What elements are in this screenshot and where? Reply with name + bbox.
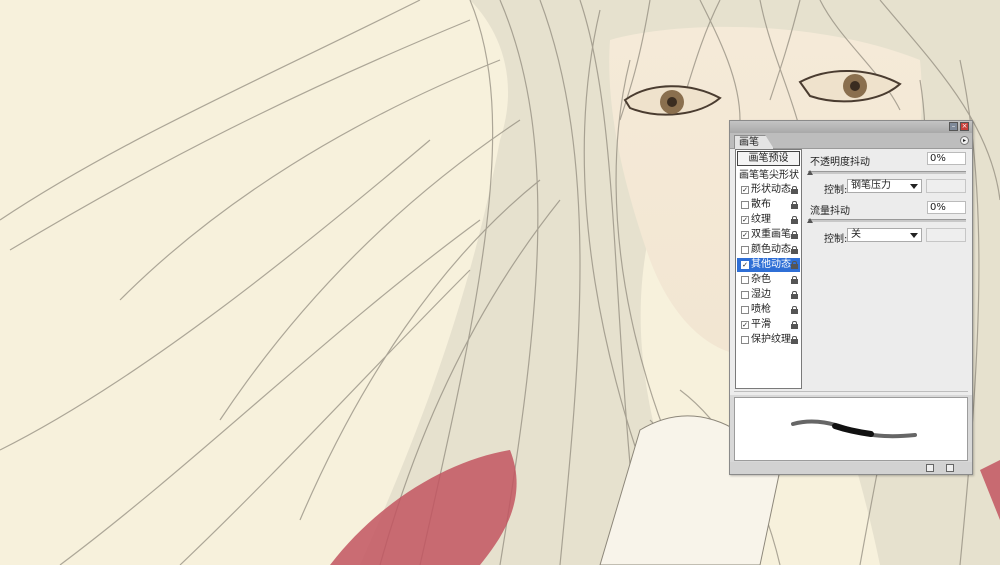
checkbox-checked-icon[interactable]: ✓ (741, 186, 749, 194)
opacity-jitter-label: 不透明度抖动 (810, 157, 870, 168)
checkbox-checked-icon[interactable]: ✓ (741, 216, 749, 224)
brush-option-item[interactable]: 湿边 (737, 288, 800, 302)
lock-icon[interactable] (791, 321, 798, 329)
brush-option-item[interactable]: ✓ 其他动态 (737, 258, 800, 272)
lock-icon[interactable] (791, 246, 798, 254)
lock-icon[interactable] (791, 186, 798, 194)
trash-icon[interactable] (946, 464, 954, 472)
opacity-control-label: 控制: (824, 185, 848, 196)
brush-presets-button[interactable]: 画笔预设 (737, 151, 800, 166)
slider-thumb-icon[interactable] (807, 218, 813, 223)
minimize-icon[interactable]: – (949, 122, 958, 131)
checkbox-checked-icon[interactable]: ✓ (741, 321, 749, 329)
brush-option-label: 双重画笔 (751, 229, 791, 240)
panel-tab-row: 画笔 ▸ (730, 133, 972, 149)
lock-icon[interactable] (791, 306, 798, 314)
checkbox-icon[interactable] (741, 201, 749, 209)
flow-jitter-slider[interactable] (807, 218, 966, 223)
lock-icon[interactable] (791, 201, 798, 209)
lock-icon[interactable] (791, 261, 798, 269)
flow-control-label: 控制: (824, 234, 848, 245)
brush-panel: – × 画笔 ▸ 画笔预设 画笔笔尖形状 ✓ 形状动态 散布 ✓ 纹理 ✓ 双重画笔 颜色动态… (729, 120, 973, 475)
checkbox-checked-icon[interactable]: ✓ (741, 231, 749, 239)
panel-bottom-bar (730, 462, 972, 474)
new-preset-icon[interactable] (926, 464, 934, 472)
checkbox-icon[interactable] (741, 336, 749, 344)
chevron-down-icon (910, 233, 918, 238)
opacity-control-disabled-field (926, 179, 966, 193)
slider-thumb-icon[interactable] (807, 170, 813, 175)
brush-option-label: 散布 (751, 199, 771, 210)
flow-jitter-value[interactable]: 0% (927, 201, 966, 214)
brush-option-label: 颜色动态 (751, 244, 791, 255)
flow-control-value: 关 (851, 229, 861, 240)
brush-option-item[interactable]: ✓ 双重画笔 (737, 228, 800, 242)
opacity-control-select[interactable]: 钢笔压力 (847, 179, 922, 193)
panel-body: 画笔预设 画笔笔尖形状 ✓ 形状动态 散布 ✓ 纹理 ✓ 双重画笔 颜色动态 ✓ 其他动态 杂色 湿边… (730, 149, 972, 395)
lock-icon[interactable] (791, 291, 798, 299)
lock-icon[interactable] (791, 276, 798, 284)
checkbox-icon[interactable] (741, 306, 749, 314)
panel-menu-icon[interactable]: ▸ (960, 136, 969, 145)
panel-titlebar[interactable]: – × (730, 121, 972, 133)
brush-option-item[interactable]: 保护纹理 (737, 333, 800, 347)
flow-control-disabled-field (926, 228, 966, 242)
brush-tip-shape-item[interactable]: 画笔笔尖形状 (739, 170, 799, 182)
flow-control-select[interactable]: 关 (847, 228, 922, 242)
brush-options-list: 画笔预设 画笔笔尖形状 ✓ 形状动态 散布 ✓ 纹理 ✓ 双重画笔 颜色动态 ✓ 其他动态 杂色 湿边… (735, 149, 802, 389)
brush-option-item[interactable]: ✓ 纹理 (737, 213, 800, 227)
brush-option-label: 喷枪 (751, 304, 771, 315)
checkbox-icon[interactable] (741, 246, 749, 254)
checkbox-checked-icon[interactable]: ✓ (741, 261, 749, 269)
flow-jitter-label: 流量抖动 (810, 206, 850, 217)
brush-option-label: 湿边 (751, 289, 771, 300)
divider (734, 391, 968, 392)
brush-option-label: 保护纹理 (751, 334, 791, 345)
lock-icon[interactable] (791, 336, 798, 344)
checkbox-icon[interactable] (741, 291, 749, 299)
brush-option-item[interactable]: ✓ 形状动态 (737, 183, 800, 197)
brush-option-label: 平滑 (751, 319, 771, 330)
lock-icon[interactable] (791, 216, 798, 224)
lock-icon[interactable] (791, 231, 798, 239)
brush-option-item[interactable]: 散布 (737, 198, 800, 212)
brush-option-label: 杂色 (751, 274, 771, 285)
brush-option-label: 形状动态 (751, 184, 791, 195)
stroke-preview-graphic (791, 419, 917, 439)
brush-option-item[interactable]: ✓ 平滑 (737, 318, 800, 332)
brush-option-item[interactable]: 颜色动态 (737, 243, 800, 257)
opacity-jitter-value[interactable]: 0% (927, 152, 966, 165)
tab-brushes[interactable]: 画笔 (734, 135, 774, 149)
opacity-control-value: 钢笔压力 (851, 180, 891, 191)
brush-option-item[interactable]: 喷枪 (737, 303, 800, 317)
chevron-down-icon (910, 184, 918, 189)
checkbox-icon[interactable] (741, 276, 749, 284)
brush-option-label: 纹理 (751, 214, 771, 225)
brush-option-item[interactable]: 杂色 (737, 273, 800, 287)
opacity-jitter-slider[interactable] (807, 170, 966, 175)
brush-stroke-preview (734, 397, 968, 461)
close-icon[interactable]: × (960, 122, 969, 131)
brush-option-label: 其他动态 (751, 259, 791, 270)
